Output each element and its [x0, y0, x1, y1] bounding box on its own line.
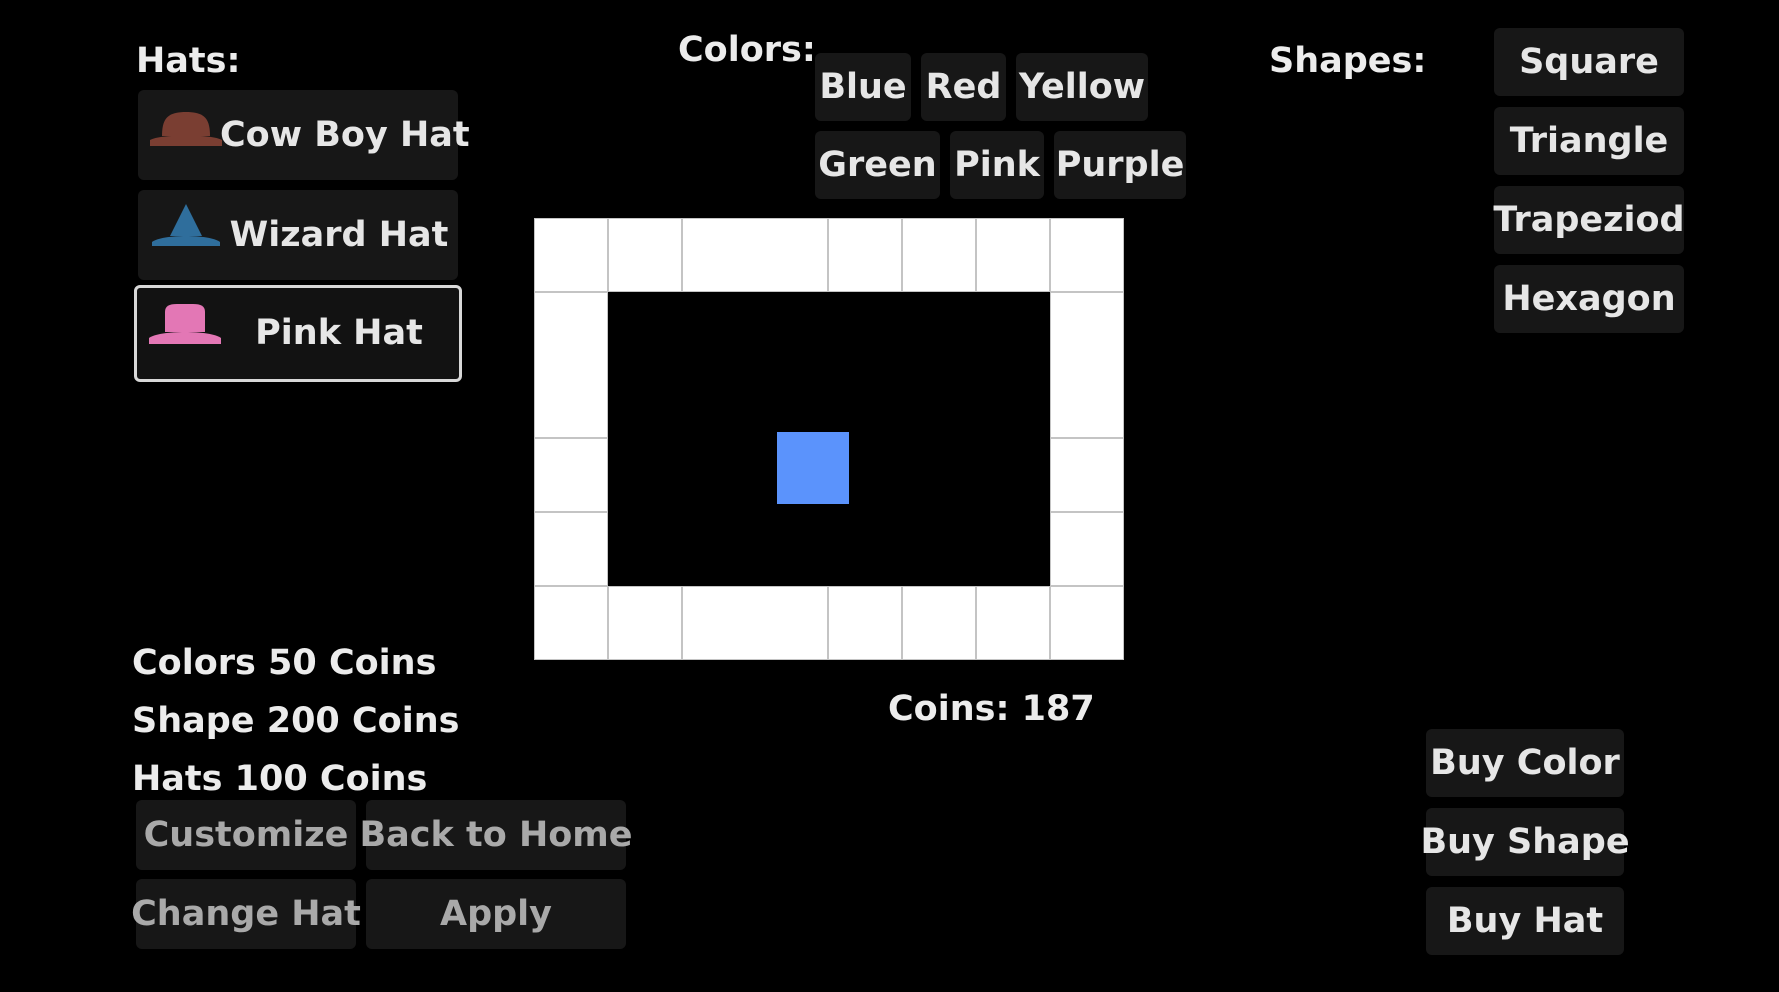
hats-heading: Hats:	[136, 41, 241, 81]
color-button-blue[interactable]: Blue	[815, 53, 911, 121]
hat-label-pink: Pink Hat	[255, 313, 423, 353]
price-colors: Colors 50 Coins	[132, 643, 437, 683]
buy-color-button[interactable]: Buy Color	[1426, 729, 1624, 797]
board-tile	[976, 586, 1050, 660]
board-tile	[534, 292, 608, 438]
board-tile	[608, 218, 682, 292]
customize-button[interactable]: Customize	[136, 800, 356, 870]
color-button-red[interactable]: Red	[921, 53, 1006, 121]
cowboy-hat-icon	[150, 112, 222, 146]
hat-button-pink[interactable]: Pink Hat	[134, 285, 462, 382]
hat-label-wizard: Wizard Hat	[229, 214, 449, 255]
board-tile	[828, 218, 902, 292]
shape-button-hexagon[interactable]: Hexagon	[1494, 265, 1684, 333]
board-tile	[976, 218, 1050, 292]
hat-button-wizard[interactable]: Wizard Hat	[138, 190, 458, 280]
board-tile	[608, 586, 682, 660]
board-tile	[1050, 586, 1124, 660]
board-tile	[682, 586, 828, 660]
board-tile	[682, 218, 828, 292]
shape-button-trapezoid[interactable]: Trapeziod	[1493, 186, 1685, 254]
board-tile	[1050, 438, 1124, 512]
board-tile	[902, 586, 976, 660]
color-button-green[interactable]: Green	[815, 131, 940, 199]
board-tile	[534, 218, 608, 292]
back-to-home-button[interactable]: Back to Home	[360, 800, 633, 870]
apply-button[interactable]: Apply	[366, 879, 626, 949]
shapes-heading: Shapes:	[1269, 41, 1427, 81]
change-hat-button[interactable]: Change Hat	[131, 879, 361, 949]
hat-button-cowboy[interactable]: Cow Boy Hat	[138, 90, 470, 180]
player-square	[777, 432, 849, 504]
hat-label-cowboy: Cow Boy Hat	[220, 114, 470, 155]
buy-hat-button[interactable]: Buy Hat	[1426, 887, 1624, 955]
board-tile	[902, 218, 976, 292]
board-tile	[1050, 218, 1124, 292]
buy-shape-button[interactable]: Buy Shape	[1420, 808, 1630, 876]
board-tile	[1050, 512, 1124, 586]
shape-button-triangle[interactable]: Triangle	[1494, 107, 1684, 175]
shape-button-square[interactable]: Square	[1494, 28, 1684, 96]
pink-hat-icon	[149, 304, 221, 344]
wizard-hat-icon	[152, 204, 220, 246]
board-tile	[534, 586, 608, 660]
colors-heading: Colors:	[678, 30, 816, 70]
coins-counter: Coins: 187	[888, 689, 1095, 729]
price-shape: Shape 200 Coins	[132, 701, 460, 741]
color-button-yellow[interactable]: Yellow	[1016, 53, 1148, 121]
color-button-purple[interactable]: Purple	[1054, 131, 1186, 199]
board-tile	[534, 438, 608, 512]
board-tile	[1050, 292, 1124, 438]
price-hats: Hats 100 Coins	[132, 759, 428, 799]
board-tile	[534, 512, 608, 586]
board-tile	[828, 586, 902, 660]
color-button-pink[interactable]: Pink	[950, 131, 1044, 199]
